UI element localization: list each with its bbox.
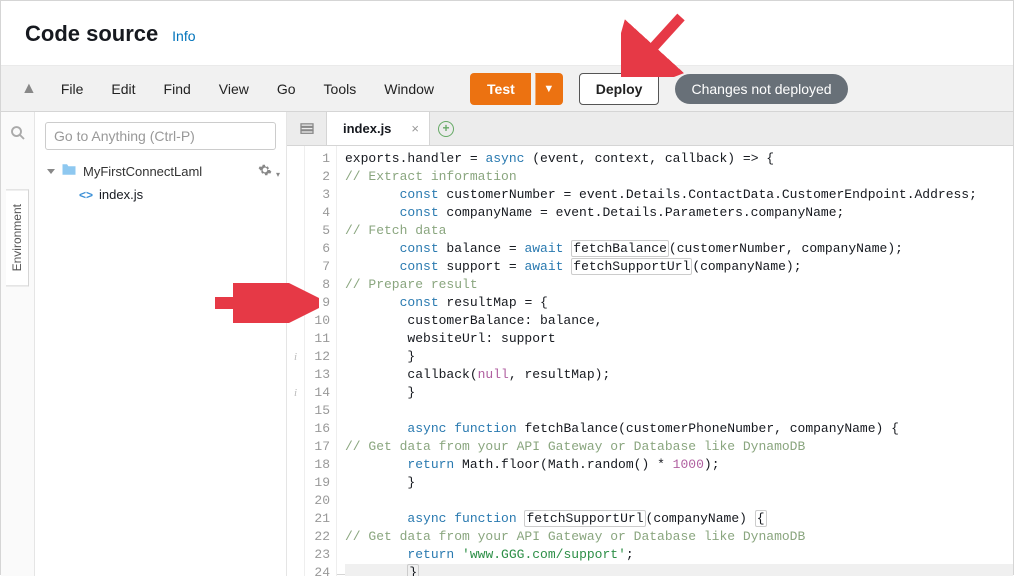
code-line[interactable]: async function fetchBalance(customerPhon…	[345, 420, 1013, 438]
sidebar-narrow: Environment	[1, 112, 35, 576]
line-number-gutter: 123456789101112131415161718192021222324	[305, 146, 337, 576]
code-line[interactable]: // Get data from your API Gateway or Dat…	[345, 438, 1013, 456]
folder-icon	[61, 163, 77, 180]
code-line[interactable]: const support = await fetchSupportUrl(co…	[345, 258, 1013, 276]
close-icon[interactable]: ×	[411, 121, 419, 136]
menu-tools[interactable]: Tools	[312, 75, 369, 103]
menu-find[interactable]: Find	[152, 75, 203, 103]
collapse-button[interactable]: ▲	[13, 80, 45, 98]
page-title: Code source	[25, 21, 158, 46]
folder-label: MyFirstConnectLaml	[83, 164, 202, 179]
code-line[interactable]: exports.handler = async (event, context,…	[345, 150, 1013, 168]
code-line[interactable]: const balance = await fetchBalance(custo…	[345, 240, 1013, 258]
code-line[interactable]: customerBalance: balance,	[345, 312, 1013, 330]
deploy-button[interactable]: Deploy	[579, 73, 660, 105]
chevron-down-icon	[47, 169, 55, 174]
code-line[interactable]: }	[345, 564, 1013, 576]
header: Code source Info	[1, 1, 1013, 66]
file-row[interactable]: <> index.js	[35, 183, 286, 202]
environment-tab[interactable]: Environment	[6, 189, 29, 286]
menu-edit[interactable]: Edit	[99, 75, 147, 103]
search-icon[interactable]	[9, 124, 27, 145]
js-file-icon: <>	[79, 188, 93, 202]
menu-file[interactable]: File	[49, 75, 96, 103]
code-line[interactable]: return 'www.GGG.com/support';	[345, 546, 1013, 564]
code-line[interactable]: // Prepare result	[345, 276, 1013, 294]
file-tree-panel: MyFirstConnectLaml ▾ <> index.js	[35, 112, 287, 576]
info-link[interactable]: Info	[172, 28, 195, 44]
code-line[interactable]	[345, 402, 1013, 420]
main: Environment MyFirstConnectLaml ▾ <> inde…	[1, 112, 1013, 576]
test-button[interactable]: Test	[470, 73, 531, 105]
gear-icon[interactable]: ▾	[258, 163, 280, 180]
code-content[interactable]: exports.handler = async (event, context,…	[337, 146, 1013, 576]
code-line[interactable]: // Get data from your API Gateway or Dat…	[345, 528, 1013, 546]
code-editor[interactable]: ii 1234567891011121314151617181920212223…	[287, 146, 1013, 576]
code-line[interactable]: const customerNumber = event.Details.Con…	[345, 186, 1013, 204]
code-line[interactable]: }	[345, 474, 1013, 492]
tab-label: index.js	[343, 121, 391, 136]
tab-list-icon[interactable]	[287, 112, 327, 145]
code-line[interactable]: }	[345, 384, 1013, 402]
folder-row[interactable]: MyFirstConnectLaml ▾	[35, 160, 286, 183]
test-dropdown-button[interactable]: ▼	[535, 73, 563, 105]
add-tab-button[interactable]: +	[430, 112, 462, 145]
menu-window[interactable]: Window	[372, 75, 446, 103]
code-line[interactable]: const companyName = event.Details.Parame…	[345, 204, 1013, 222]
code-line[interactable]: // Extract information	[345, 168, 1013, 186]
goto-input[interactable]	[45, 122, 276, 150]
file-label: index.js	[99, 187, 143, 202]
menu-go[interactable]: Go	[265, 75, 308, 103]
tab-index-js[interactable]: index.js ×	[327, 112, 430, 145]
code-line[interactable]: const resultMap = {	[345, 294, 1013, 312]
code-line[interactable]: async function fetchSupportUrl(companyNa…	[345, 510, 1013, 528]
plus-icon: +	[438, 121, 454, 137]
code-line[interactable]: callback(null, resultMap);	[345, 366, 1013, 384]
code-line[interactable]: // Fetch data	[345, 222, 1013, 240]
code-line[interactable]	[345, 492, 1013, 510]
menu-view[interactable]: View	[207, 75, 261, 103]
code-line[interactable]: }	[345, 348, 1013, 366]
code-line[interactable]: websiteUrl: support	[345, 330, 1013, 348]
tab-bar: index.js × +	[287, 112, 1013, 146]
code-line[interactable]: return Math.floor(Math.random() * 1000);	[345, 456, 1013, 474]
status-badge: Changes not deployed	[675, 74, 847, 104]
toolbar: ▲ File Edit Find View Go Tools Window Te…	[1, 66, 1013, 112]
editor: index.js × + ii 123456789101112131415161…	[287, 112, 1013, 576]
